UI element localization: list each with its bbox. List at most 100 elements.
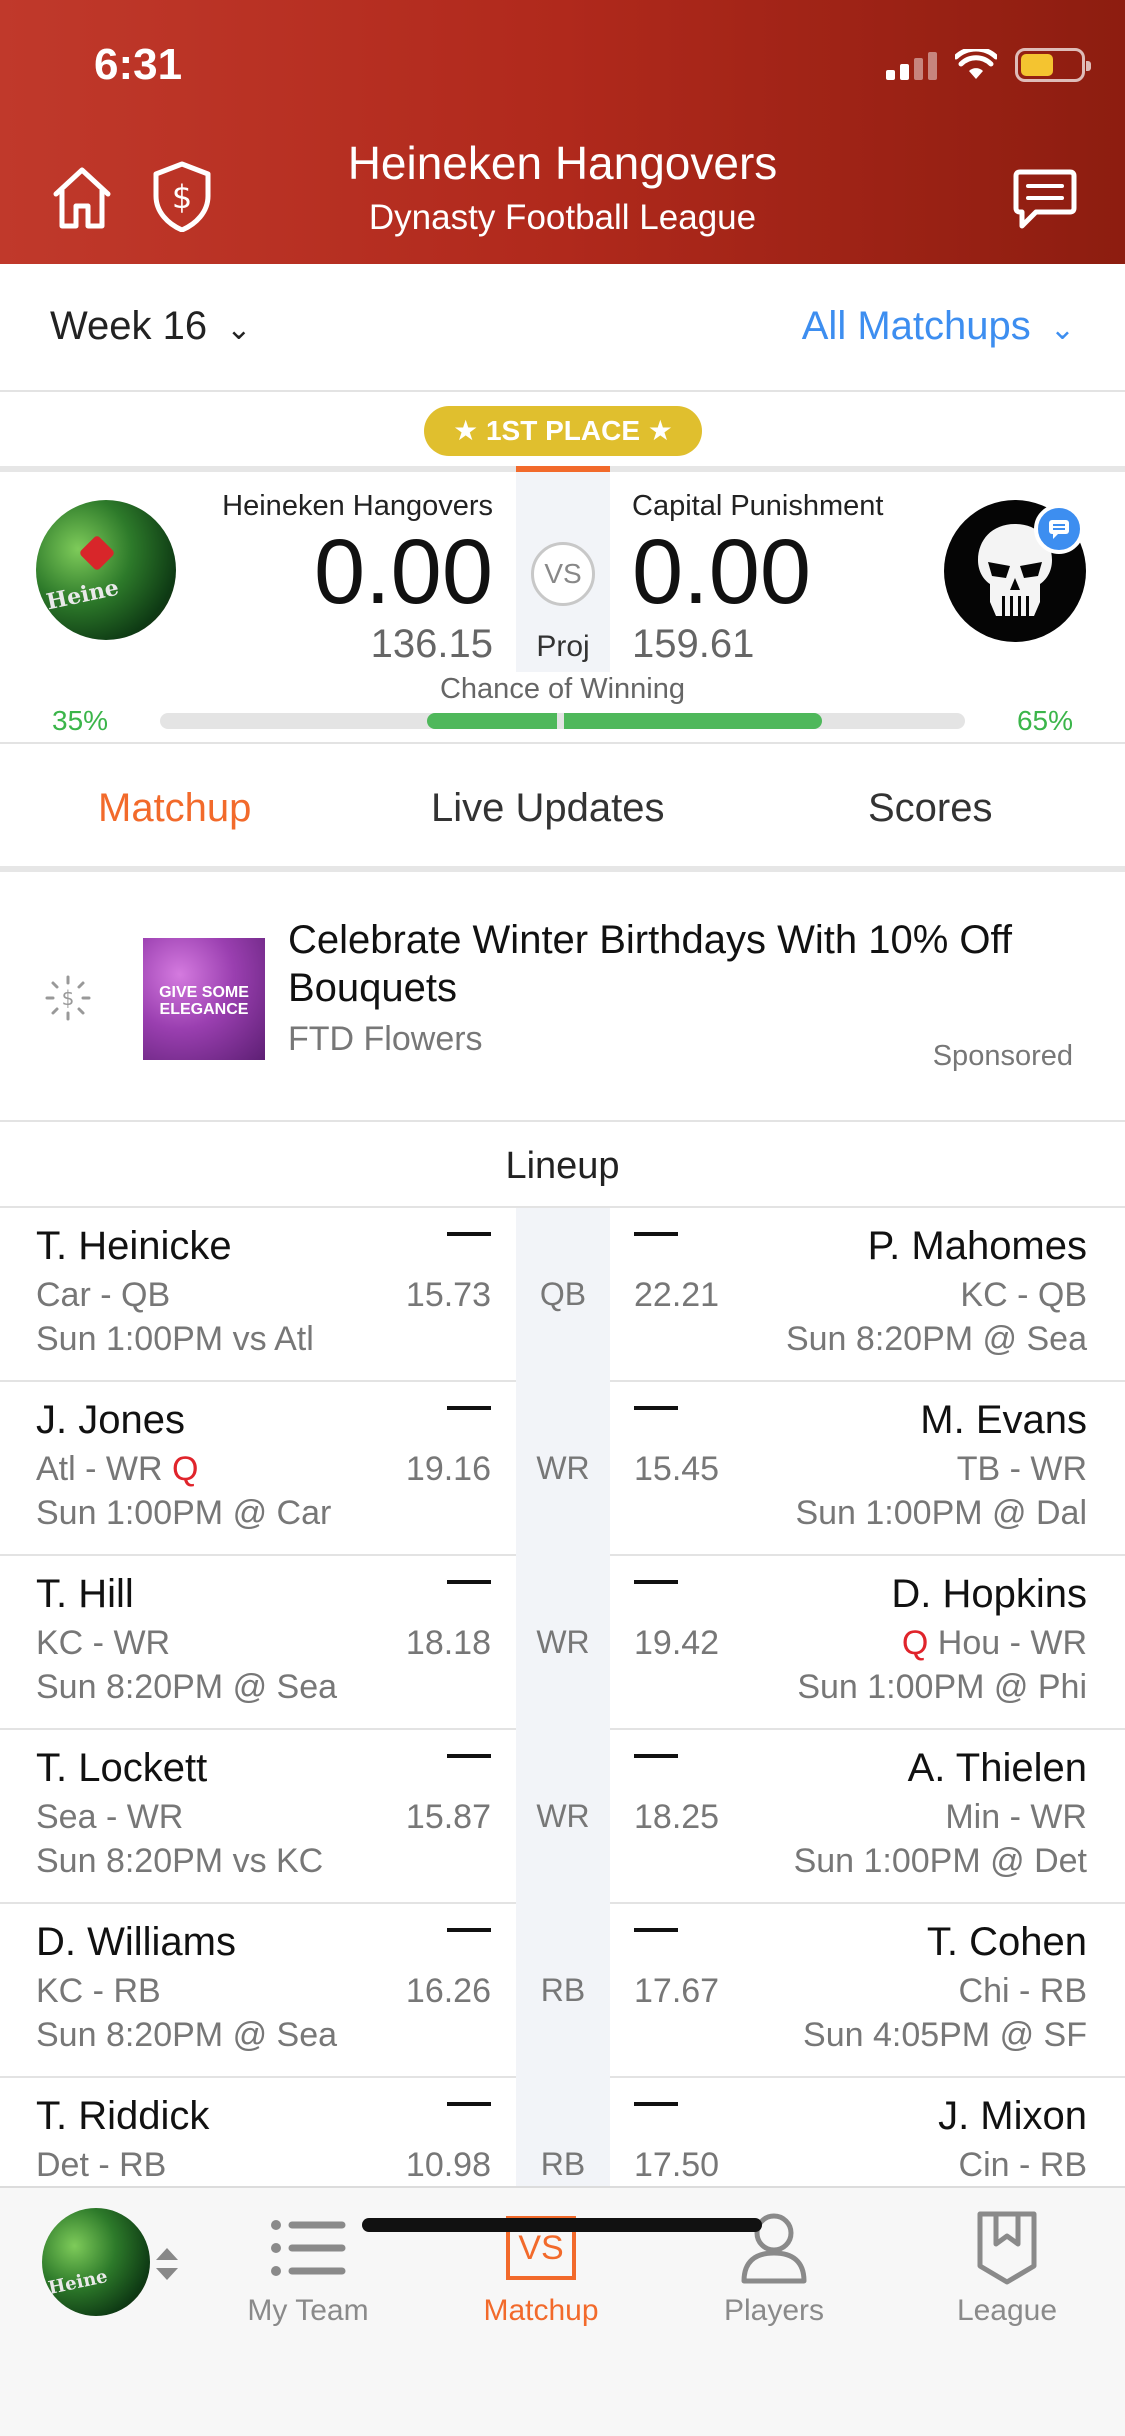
right-player-projection: 19.42 [634,1624,720,1662]
team-switcher-avatar[interactable]: Heine [42,2208,150,2316]
week-label: Week 16 [50,304,208,348]
left-player-name[interactable]: J. Jones [36,1398,185,1443]
vs-icon-text: VS [518,2229,564,2267]
win-probability-bar [160,713,965,729]
right-player-game: Sun 1:00PM @ Dal [795,1494,1087,1532]
left-player-name[interactable]: D. Williams [36,1920,236,1965]
left-player-game: Sun 1:00PM vs Atl [36,1320,314,1358]
ad-title[interactable]: Celebrate Winter Birthdays With 10% Off … [288,916,1048,1012]
questionable-flag: Q [901,1624,929,1662]
left-player-score-dash [447,2102,491,2106]
left-player-score-dash [447,1928,491,1932]
chevron-down-icon: ⌄ [1049,313,1075,346]
left-player-score-dash [447,1232,491,1236]
battery-icon [1015,48,1091,82]
right-player-name[interactable]: D. Hopkins [891,1572,1087,1617]
week-bar: Week 16 ⌄ All Matchups ⌄ [0,264,1125,392]
sponsored-label: Sponsored [932,1040,1073,1072]
active-indicator [516,466,610,472]
right-player-score-dash [634,2102,678,2106]
league-name: Dynasty Football League [368,198,757,237]
message-icon[interactable] [1034,504,1084,554]
right-player-team-text: Cin - RB [958,2146,1087,2184]
wifi-icon [955,49,997,79]
left-player-team: KC - WR [36,1624,170,1663]
tab-scores[interactable]: Scores [868,786,993,831]
right-player-name[interactable]: T. Cohen [927,1920,1087,1965]
signal-icon [886,50,937,80]
right-team-score: 0.00 [632,521,812,623]
right-player-team: Chi - RB [959,1972,1087,2011]
bookmark-shield-icon [977,2211,1037,2285]
nav-label: Players [723,2294,825,2327]
left-player-team: Car - QB [36,1276,170,1315]
right-player-projection: 22.21 [634,1276,720,1314]
matchup-tabs: Matchup Live Updates Scores [0,742,1125,872]
up-down-arrows-icon[interactable] [154,2246,180,2282]
chat-icon[interactable] [1012,168,1078,230]
right-team-name[interactable]: Capital Punishment [632,490,883,523]
place-badge: ★ 1ST PLACE ★ [424,406,702,456]
position-label: WR [536,1798,590,1834]
ad-image[interactable]: GIVE SOME ELEGANCE [143,938,265,1060]
left-player-score-dash [447,1406,491,1410]
right-player-game: Sun 8:20PM @ Sea [785,1320,1087,1358]
lineup-heading: Lineup [0,1124,1125,1208]
win-bar-left [427,713,557,729]
all-matchups-label: All Matchups [801,304,1031,348]
right-player-game: Sun 1:00PM @ Det [793,1842,1087,1880]
left-player-name[interactable]: T. Heinicke [36,1224,232,1269]
right-player-name[interactable]: J. Mixon [938,2094,1087,2139]
left-player-team-text: KC - RB [36,1972,161,2010]
nav-label: League [956,2294,1058,2327]
position-label: WR [536,1624,590,1660]
home-indicator[interactable] [362,2218,762,2232]
left-player-name[interactable]: T. Lockett [36,1746,207,1791]
week-selector[interactable]: Week 16 ⌄ [50,304,251,349]
questionable-flag: Q [172,1450,199,1488]
right-player-name[interactable]: P. Mahomes [868,1224,1087,1269]
star-logo-icon [78,534,116,572]
left-player-name[interactable]: T. Hill [36,1572,134,1617]
left-player-score-dash [447,1754,491,1758]
right-player-team-text: KC - QB [960,1276,1087,1314]
right-player-team-text: TB - WR [956,1450,1087,1488]
left-player-projection: 18.18 [405,1624,491,1662]
sponsored-ad[interactable]: $ GIVE SOME ELEGANCE Celebrate Winter Bi… [0,878,1125,1122]
tab-matchup[interactable]: Matchup [98,786,251,831]
left-team-name[interactable]: Heineken Hangovers [222,490,493,523]
left-player-projection: 19.16 [405,1450,491,1488]
left-player-name[interactable]: T. Riddick [36,2094,209,2139]
left-player-team: Det - RB [36,2146,166,2185]
league-team-title: Heineken Hangovers [347,137,778,189]
tab-live-updates[interactable]: Live Updates [431,786,664,831]
left-player-team-text: Car - QB [36,1276,171,1314]
right-player-projection: 17.50 [634,2146,720,2184]
right-player-score-dash [634,1754,678,1758]
nav-league[interactable]: League [907,2208,1107,2328]
right-team-projection: 159.61 [632,622,755,666]
left-player-projection: 10.98 [405,2146,491,2184]
right-player-score-dash [634,1232,678,1236]
app-header: 6:31 $ Heineken Hangovers Dynasty Footba… [0,0,1125,264]
right-player-team-text: Min - WR [945,1798,1087,1836]
lineup-row: WR T. Lockett Sea - WR Sun 8:20PM vs KC 15.… [0,1730,1125,1904]
left-player-team: Sea - WR [36,1798,183,1837]
position-label: QB [539,1276,587,1312]
nav-label: My Team [247,2294,369,2327]
list-icon [271,2220,346,2276]
right-player-name[interactable]: M. Evans [920,1398,1087,1443]
chance-of-winning-label: Chance of Winning [439,673,686,705]
left-team-score: 0.00 [313,521,493,623]
avatar-text: Heine [44,574,122,616]
left-player-team: Atl - WR Q [36,1450,198,1489]
right-player-team-text: Chi - RB [958,1972,1087,2010]
proj-label: Proj [536,630,590,663]
all-matchups-dropdown[interactable]: All Matchups ⌄ [802,304,1075,349]
right-player-name[interactable]: A. Thielen [908,1746,1087,1791]
left-player-projection: 15.87 [405,1798,491,1836]
right-player-score-dash [634,1406,678,1410]
right-win-percent: 65% [1016,705,1073,736]
left-player-game: Sun 8:20PM vs KC [36,1842,324,1880]
left-team-avatar[interactable]: Heine [36,500,176,640]
